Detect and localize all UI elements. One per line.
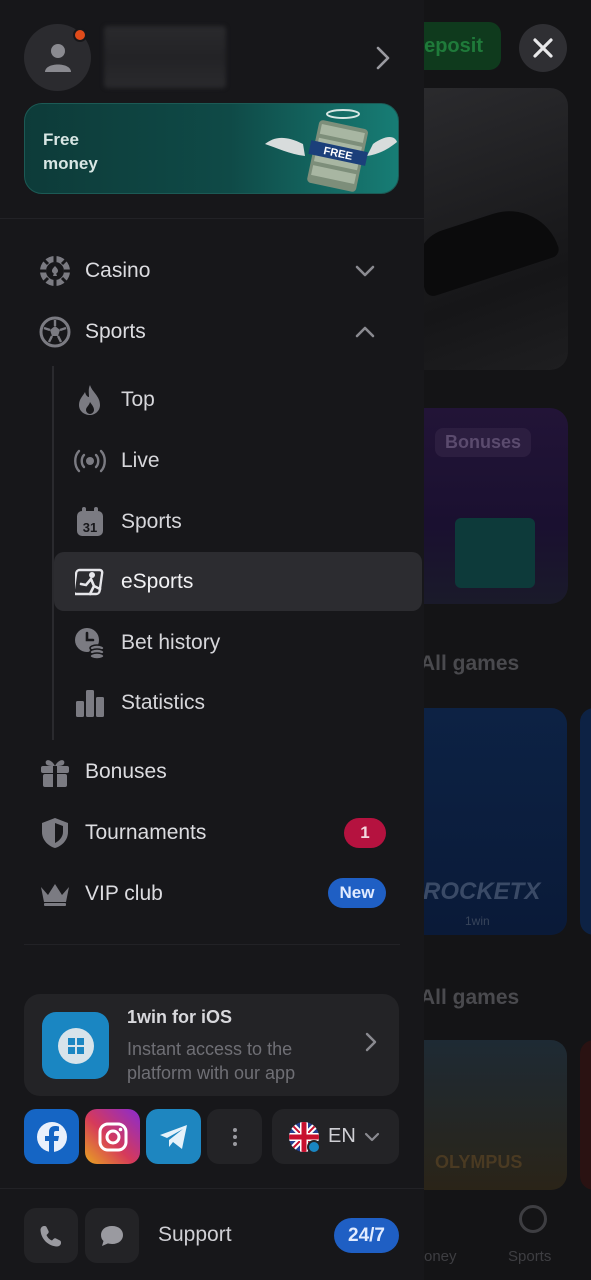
more-icon	[232, 1127, 237, 1146]
chat-button[interactable]	[85, 1208, 139, 1263]
hidden-username	[104, 26, 226, 88]
menu-label-tournaments: Tournaments	[85, 821, 207, 844]
menu-label-sports: Sports	[85, 320, 146, 343]
gift-icon	[38, 755, 72, 789]
free-money-text: Free money	[43, 128, 98, 176]
all-games-title-2: All games	[420, 986, 520, 1009]
phone-icon	[40, 1225, 61, 1246]
divider	[24, 944, 400, 945]
divider	[0, 218, 424, 219]
shield-icon	[38, 816, 72, 850]
telegram-button[interactable]	[146, 1109, 201, 1164]
chevron-right-icon	[376, 46, 390, 70]
call-button[interactable]	[24, 1208, 78, 1263]
promo-line-2: money	[43, 154, 98, 173]
menu-label-vip-club: VIP club	[85, 882, 163, 905]
profile-row[interactable]	[24, 24, 400, 92]
menu-item-tournaments[interactable]: Tournaments	[38, 811, 206, 855]
submenu-label-esports: eSports	[121, 570, 194, 593]
tab-sports-label: Sports	[508, 1248, 552, 1265]
chevron-down-icon[interactable]	[354, 264, 376, 278]
game-title: ROCKETX	[423, 878, 541, 905]
instagram-button[interactable]	[85, 1109, 140, 1164]
bet-history-icon	[74, 626, 106, 660]
windows-app-icon	[42, 1012, 109, 1079]
telegram-icon	[159, 1124, 187, 1149]
close-menu-button[interactable]	[519, 24, 567, 72]
game-card-rocketx: ROCKETX 1win	[405, 708, 567, 935]
menu-item-bonuses[interactable]: Bonuses	[38, 750, 167, 794]
tournaments-count-badge: 1	[344, 818, 386, 848]
chevron-up-icon[interactable]	[354, 325, 376, 339]
language-code: EN	[328, 1125, 356, 1147]
game-card-olympus: OLYMPUS	[405, 1040, 567, 1190]
chevron-down-icon	[364, 1132, 379, 1141]
facebook-button[interactable]	[24, 1109, 79, 1164]
close-icon	[533, 38, 553, 58]
support-row[interactable]: Support 24/7	[24, 1208, 400, 1263]
menu-label-bonuses: Bonuses	[85, 760, 167, 783]
flame-icon	[74, 383, 106, 417]
submenu-item-esports[interactable]: eSports	[74, 560, 193, 604]
game-brand: 1win	[465, 914, 490, 928]
more-button[interactable]	[207, 1109, 262, 1164]
menu-item-vip-club[interactable]: VIP club	[38, 872, 163, 916]
app-card-title: 1win for iOS	[127, 1007, 233, 1027]
submenu-label-live: Live	[121, 449, 160, 472]
bar-chart-icon	[74, 686, 106, 720]
side-menu-drawer: Free money FREE Casino Sports Top Live 3…	[0, 0, 424, 1280]
notification-dot	[73, 28, 87, 42]
language-selector[interactable]: EN	[272, 1109, 399, 1164]
free-money-banner[interactable]: Free money FREE	[24, 103, 399, 194]
bonuses-banner-label: Bonuses	[435, 428, 532, 457]
menu-item-sports[interactable]: Sports	[38, 310, 146, 354]
instagram-icon	[98, 1122, 127, 1151]
facebook-icon	[36, 1121, 67, 1152]
submenu-item-statistics[interactable]: Statistics	[74, 681, 205, 725]
app-card-description: Instant access to the platform with our …	[127, 1039, 296, 1083]
submenu-label-sports: Sports	[121, 510, 182, 533]
submenu-item-live[interactable]: Live	[74, 439, 160, 483]
soccer-ball-icon	[38, 315, 72, 349]
calendar-day: 31	[83, 520, 97, 535]
chat-bubble-icon	[101, 1225, 123, 1246]
submenu-item-bet-history[interactable]: Bet history	[74, 621, 220, 665]
support-24-7-badge: 24/7	[334, 1218, 399, 1253]
game2-title: OLYMPUS	[435, 1152, 523, 1172]
calendar-icon: 31	[74, 505, 106, 539]
banner-card-bonuses: Bonuses	[405, 408, 568, 604]
avatar[interactable]	[24, 24, 91, 91]
game-card-partial	[580, 708, 591, 935]
divider	[0, 1188, 424, 1189]
menu-item-casino[interactable]: Casino	[38, 249, 150, 293]
submenu-label-top: Top	[121, 388, 155, 411]
user-icon	[44, 43, 71, 72]
esports-player-icon	[74, 565, 106, 599]
submenu-item-top[interactable]: Top	[74, 378, 155, 422]
banner-card-car	[405, 88, 568, 370]
promo-line-1: Free	[43, 130, 79, 149]
live-broadcast-icon	[74, 444, 106, 478]
tab-sports-icon	[519, 1205, 547, 1233]
vip-new-badge: New	[328, 878, 386, 908]
gift-image	[455, 518, 535, 588]
tab-money-label: oney	[424, 1248, 457, 1265]
casino-chip-icon	[38, 254, 72, 288]
chevron-right-icon	[365, 1032, 377, 1052]
submenu-label-bet-history: Bet history	[121, 631, 221, 654]
uk-flag-icon	[289, 1121, 320, 1153]
crown-icon	[38, 877, 72, 911]
submenu-item-sports[interactable]: 31 Sports	[74, 500, 182, 544]
menu-label-casino: Casino	[85, 259, 151, 282]
game-card-partial-2	[580, 1040, 591, 1190]
all-games-title: All games	[420, 652, 520, 675]
submenu-label-statistics: Statistics	[121, 691, 206, 714]
ios-app-card[interactable]: 1win for iOS Instant access to the platf…	[24, 994, 399, 1096]
money-stack-wings-icon: FREE	[265, 109, 397, 192]
support-label: Support	[158, 1223, 232, 1246]
submenu-tree-line	[52, 366, 54, 740]
